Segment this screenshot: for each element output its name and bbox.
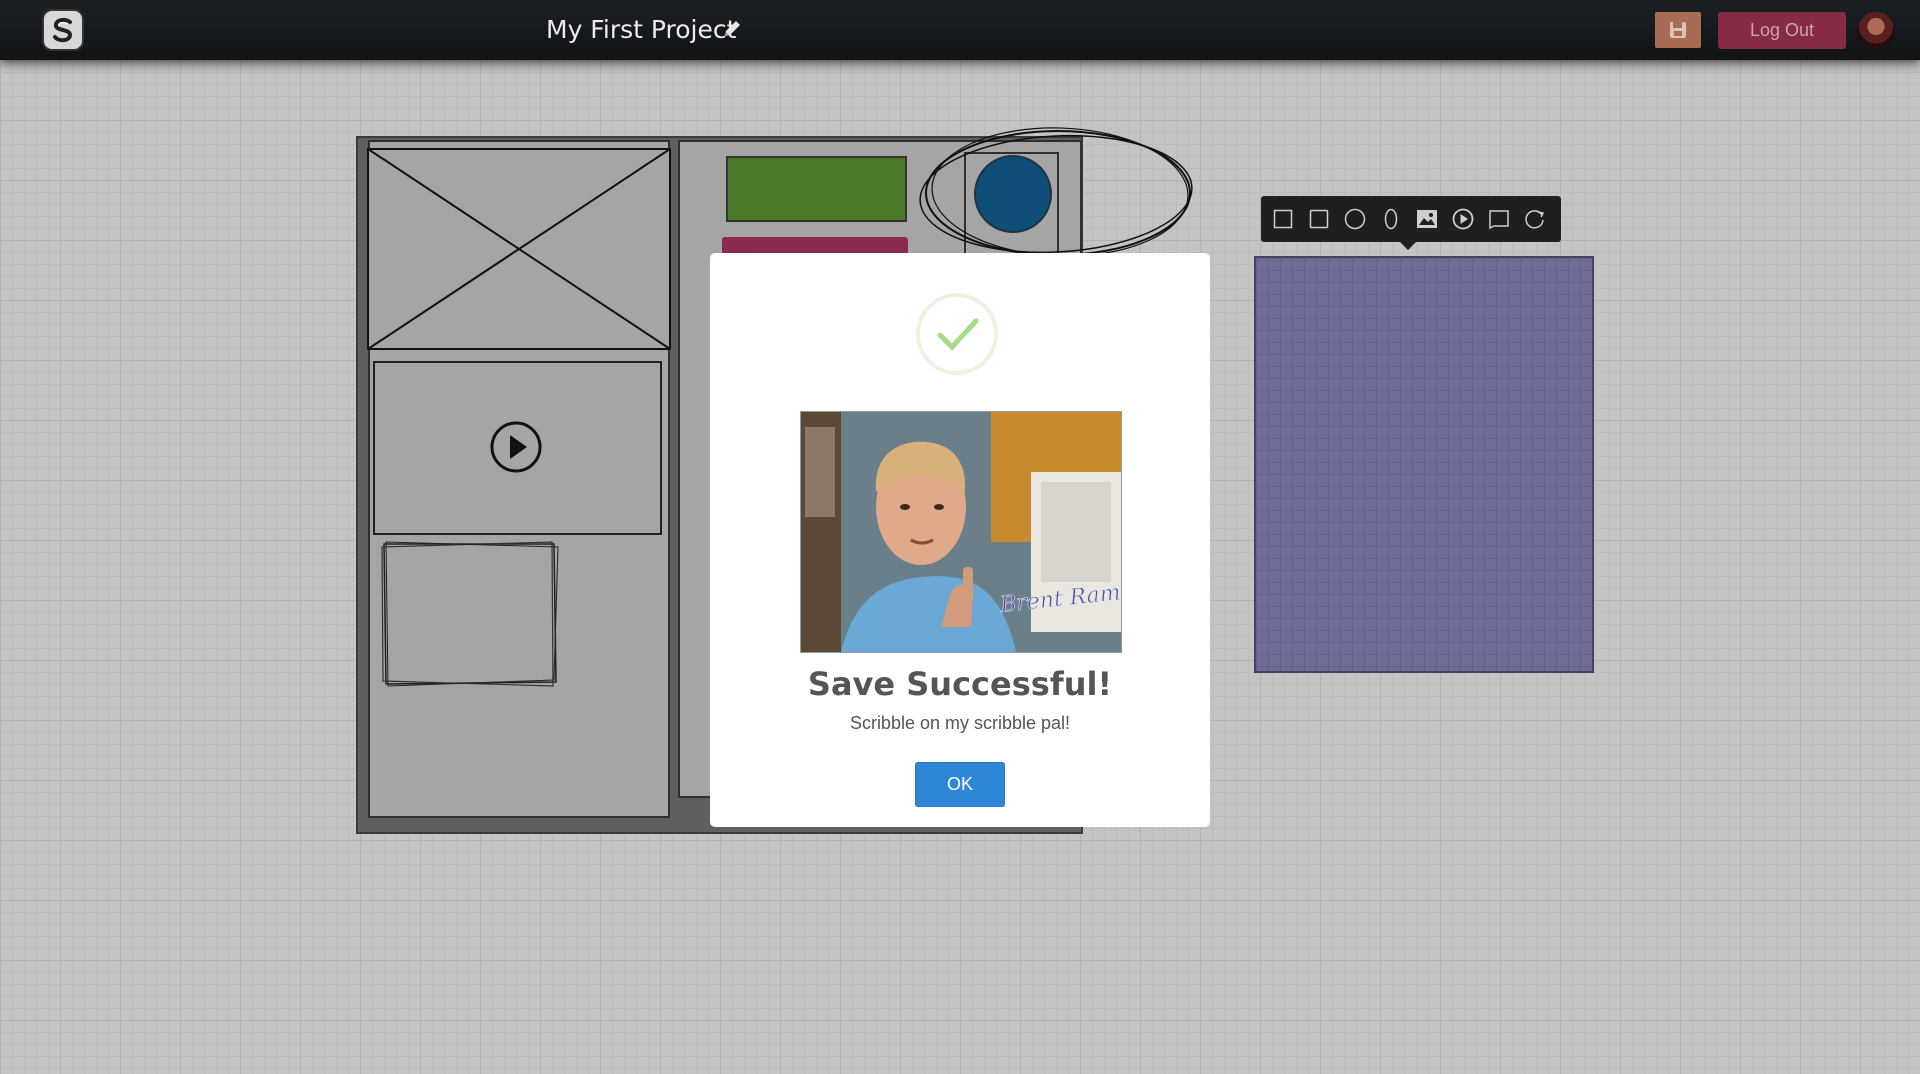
- save-success-dialog: Brent Rambo Save Successful! Scribble on…: [710, 253, 1210, 827]
- thumbs-up-meme-image: Brent Rambo: [800, 411, 1122, 653]
- dialog-message: Scribble on my scribble pal!: [849, 713, 1071, 733]
- ok-button[interactable]: OK: [915, 762, 1005, 807]
- dialog-title: Save Successful!: [807, 665, 1113, 703]
- checkmark-icon: [937, 318, 979, 351]
